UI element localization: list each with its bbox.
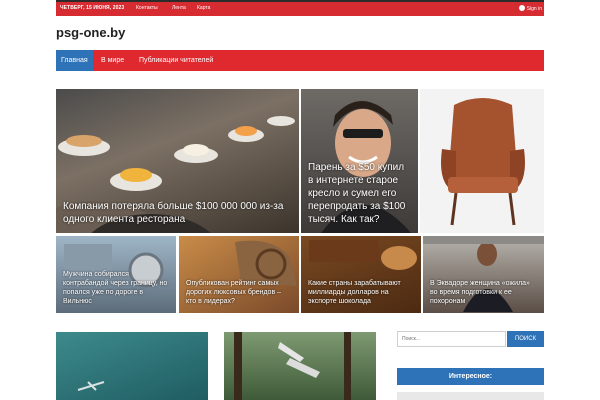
- article-caption: В Эквадоре женщина «ожила» во время подг…: [430, 280, 530, 305]
- sign-in-link[interactable]: Sign in: [518, 5, 542, 12]
- article-tile-chocolate[interactable]: Какие страны зарабатывают миллиарды долл…: [301, 236, 421, 313]
- jungle-crash-photo: [234, 332, 351, 400]
- article-tile-ecuador[interactable]: В Эквадоре женщина «ожила» во время подг…: [423, 236, 544, 313]
- featured-caption: Компания потеряла больше $100 000 000 из…: [63, 201, 284, 225]
- article-caption: Какие страны зарабатывают миллиарды долл…: [308, 280, 401, 305]
- featured-article-restaurant[interactable]: Компания потеряла больше $100 000 000 из…: [56, 89, 299, 233]
- article-caption: Опубликован рейтинг самых дорогих люксов…: [186, 280, 282, 305]
- top-link-contacts[interactable]: Контакты: [136, 5, 158, 11]
- user-icon: [518, 5, 525, 11]
- top-link-map[interactable]: Карта: [197, 5, 210, 11]
- nav-item-world[interactable]: В мире: [96, 50, 129, 71]
- widget-content: [397, 392, 544, 400]
- sign-in-label: Sign in: [526, 6, 542, 12]
- article-image-ocean[interactable]: [56, 332, 208, 400]
- search-button[interactable]: ПОИСК: [507, 331, 544, 347]
- article-image-jungle-plane[interactable]: [224, 332, 376, 400]
- top-bar: ЧЕТВЕРГ, 15 ИЮНЯ, 2023 Контакты Лента Ка…: [56, 0, 544, 16]
- site-logo[interactable]: psg-one.by: [56, 25, 125, 40]
- ocean-plane-photo: [77, 381, 105, 391]
- featured-caption: Парень за $50 купил в интернете старое к…: [308, 162, 406, 225]
- interesting-widget-title: Интересное:: [397, 368, 544, 385]
- article-tile-smuggler[interactable]: Мужчина собирался контрабандой через гра…: [56, 236, 176, 313]
- nav-item-home[interactable]: Главная: [56, 50, 93, 71]
- top-link-feed[interactable]: Лента: [172, 5, 186, 11]
- featured-article-chair-man[interactable]: Парень за $50 купил в интернете старое к…: [301, 89, 418, 233]
- article-tile-luxury-brands[interactable]: Опубликован рейтинг самых дорогих люксов…: [179, 236, 299, 313]
- search-input[interactable]: [397, 331, 506, 347]
- nav-item-reader-posts[interactable]: Публикации читателей: [134, 50, 218, 71]
- article-caption: Мужчина собирался контрабандой через гра…: [63, 271, 168, 305]
- leather-chair-photo: [441, 98, 525, 226]
- current-date: ЧЕТВЕРГ, 15 ИЮНЯ, 2023: [60, 5, 125, 11]
- main-navigation: Главная В мире Публикации читателей: [56, 50, 544, 71]
- featured-chair-image[interactable]: [420, 89, 544, 233]
